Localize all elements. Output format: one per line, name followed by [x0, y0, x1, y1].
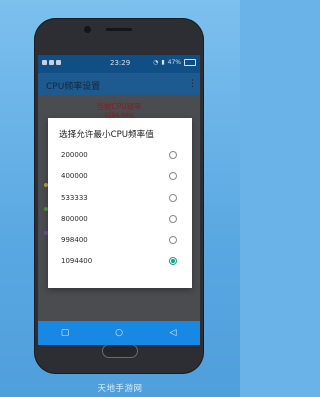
status-time: 23:29 — [110, 59, 131, 67]
freq-option[interactable]: 998400 — [48, 231, 192, 251]
signal-icon: ▮ — [161, 59, 165, 66]
recent-apps-icon[interactable]: ▢ — [55, 328, 75, 338]
notification-icons — [42, 60, 61, 65]
battery-percent: 47% — [167, 59, 181, 66]
home-icon[interactable]: ○ — [109, 328, 129, 338]
nav-bar: ▢ ○ ◁ — [38, 321, 200, 345]
app-title: CPU频率设置 — [46, 82, 101, 92]
radio-button-checked[interactable] — [169, 257, 177, 265]
dialog-title: 选择允许最小CPU频率值 — [59, 130, 154, 140]
camera-icon — [84, 26, 91, 33]
app-bar: CPU频率设置 ⋮ — [38, 73, 200, 95]
overflow-menu-icon[interactable]: ⋮ — [188, 79, 197, 89]
freq-option-label: 800000 — [61, 215, 88, 223]
radio-button[interactable] — [169, 151, 177, 159]
freq-option[interactable]: 400000 — [48, 167, 192, 187]
back-icon[interactable]: ◁ — [163, 328, 183, 338]
watermark: 天地手游网 — [97, 384, 143, 394]
radio-button[interactable] — [169, 172, 177, 180]
status-bar: 23:29 ◔ ▮ 47% — [38, 55, 200, 73]
freq-option-label: 200000 — [61, 151, 88, 159]
freq-option-selected[interactable]: 1094400 — [48, 252, 192, 272]
status-right: ◔ ▮ 47% — [153, 59, 196, 66]
min-freq-dialog: 选择允许最小CPU频率值 200000 400000 533333 800000… — [48, 118, 192, 288]
notification-icon — [56, 60, 61, 65]
battery-icon — [184, 59, 196, 66]
radio-button[interactable] — [169, 194, 177, 202]
freq-option[interactable]: 533333 — [48, 189, 192, 209]
radio-button[interactable] — [169, 236, 177, 244]
speaker-grille — [106, 28, 132, 31]
freq-option-label: 998400 — [61, 236, 88, 244]
freq-option-label: 1094400 — [61, 257, 93, 265]
home-button[interactable] — [102, 344, 138, 358]
notification-icon — [42, 60, 47, 65]
radio-button[interactable] — [169, 215, 177, 223]
freq-option[interactable]: 800000 — [48, 210, 192, 230]
freq-option[interactable]: 200000 — [48, 146, 192, 166]
notification-icon — [49, 60, 54, 65]
freq-option-label: 533333 — [61, 194, 88, 202]
wifi-icon: ◔ — [153, 59, 159, 66]
current-freq-title: 当前CPU频率 — [96, 102, 142, 111]
freq-option-label: 400000 — [61, 172, 88, 180]
